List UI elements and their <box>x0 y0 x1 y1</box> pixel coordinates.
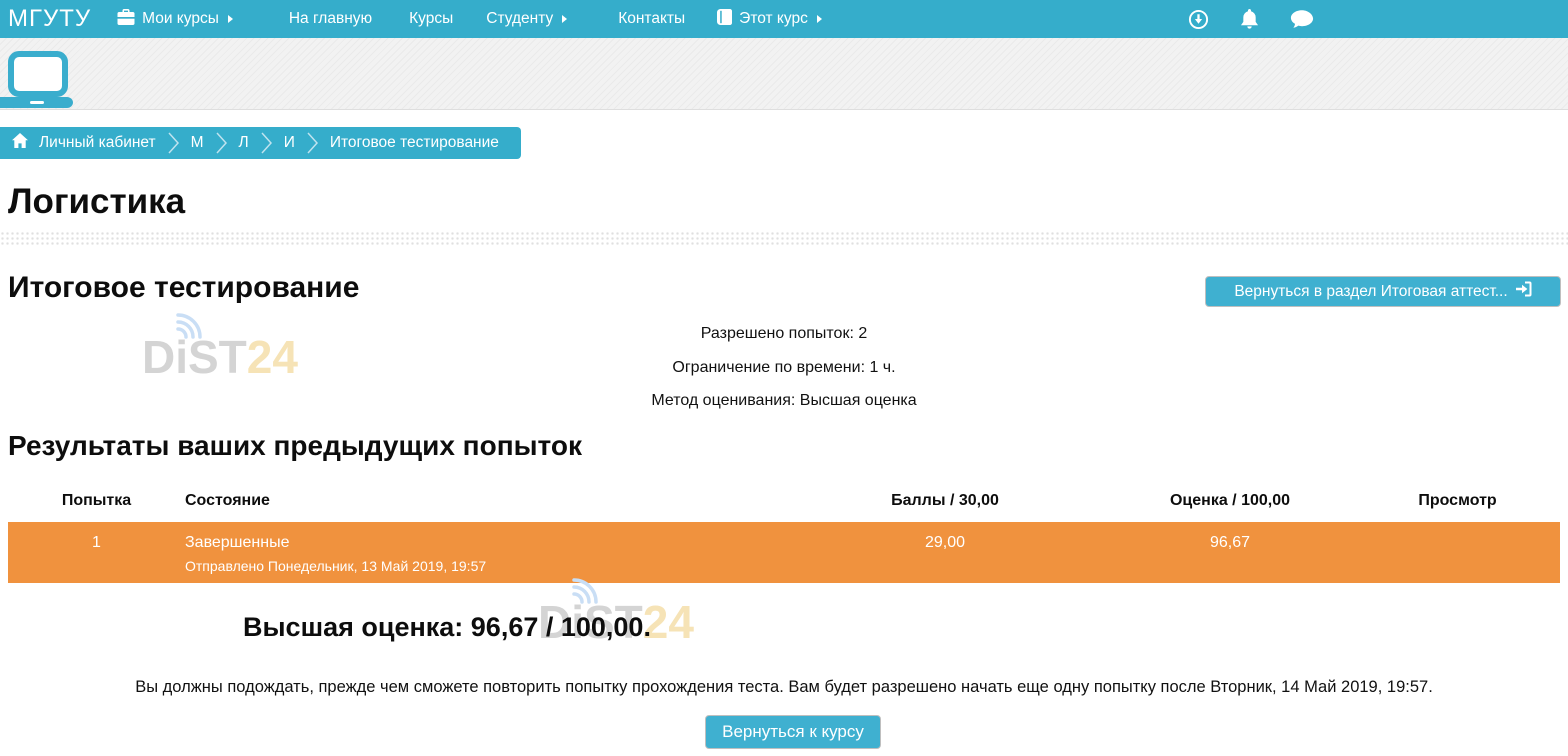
sign-in-icon <box>1516 281 1532 302</box>
bell-icon[interactable] <box>1240 9 1259 30</box>
compress-icon[interactable] <box>1188 9 1209 30</box>
nav-item-label: На главную <box>289 10 372 28</box>
header-band <box>0 38 1568 110</box>
watermark-suffix: 24 <box>247 331 298 383</box>
home-icon[interactable] <box>12 133 28 153</box>
results-table-header: Попытка Состояние Баллы / 30,00 Оценка /… <box>8 488 1560 510</box>
briefcase-icon <box>117 9 135 30</box>
back-to-section-label: Вернуться в раздел Итоговая аттест... <box>1234 283 1507 301</box>
quiz-title: Итоговое тестирование <box>8 271 359 305</box>
grading-method-text: Метод оценивания: Высшая оценка <box>0 384 1568 418</box>
nav-item-label: Студенту <box>486 10 553 28</box>
attempt-state: Завершенные Отправлено Понедельник, 13 М… <box>185 522 785 583</box>
chevron-right-icon <box>167 131 180 155</box>
nav-item-contacts[interactable]: Контакты <box>618 10 685 28</box>
wait-message: Вы должны подождать, прежде чем сможете … <box>0 678 1568 697</box>
results-heading: Результаты ваших предыдущих попыток <box>8 430 582 462</box>
breadcrumb-item-l[interactable]: Л <box>239 134 249 152</box>
attempt-grade: 96,67 <box>1105 522 1355 583</box>
column-header-state: Состояние <box>185 488 785 510</box>
breadcrumb-item-final-test[interactable]: Итоговое тестирование <box>330 134 499 152</box>
page-title: Логистика <box>8 182 185 222</box>
book-icon <box>717 9 732 30</box>
column-header-grade: Оценка / 100,00 <box>1105 488 1355 510</box>
nav-item-label: Курсы <box>409 10 453 28</box>
dotted-separator <box>0 231 1568 245</box>
nav-item-this-course[interactable]: Этот курс <box>717 9 822 30</box>
breadcrumb-item-m[interactable]: М <box>191 134 204 152</box>
caret-right-icon <box>228 15 233 23</box>
column-header-review: Просмотр <box>1355 488 1560 510</box>
chat-icon[interactable] <box>1290 9 1314 30</box>
wifi-arcs-icon <box>172 305 216 341</box>
back-to-course-button[interactable]: Вернуться к курсу <box>705 715 881 749</box>
top-navbar: МГУТУ Мои курсы На главную Курсы Студент… <box>0 0 1568 38</box>
chevron-right-icon <box>215 131 228 155</box>
navbar-right-icons <box>1188 0 1314 38</box>
brand-logo[interactable]: МГУТУ <box>8 5 91 33</box>
attempt-review <box>1355 522 1560 583</box>
breadcrumb-item-dashboard[interactable]: Личный кабинет <box>39 134 156 152</box>
back-to-section-button[interactable]: Вернуться в раздел Итоговая аттест... <box>1205 276 1561 307</box>
column-header-marks: Баллы / 30,00 <box>785 488 1105 510</box>
highest-grade-text: Высшая оценка: 96,67 / 100,00. <box>243 612 651 643</box>
attempt-marks: 29,00 <box>785 522 1105 583</box>
nav-item-student[interactable]: Студенту <box>486 10 567 28</box>
breadcrumb-item-i[interactable]: И <box>284 134 295 152</box>
caret-right-icon <box>817 15 822 23</box>
chevron-right-icon <box>306 131 319 155</box>
state-label: Завершенные <box>185 534 785 552</box>
attempt-number: 1 <box>8 522 185 583</box>
caret-right-icon <box>562 15 567 23</box>
dist24-watermark: DiST24 <box>142 330 298 384</box>
state-submitted-detail: Отправлено Понедельник, 13 Май 2019, 19:… <box>185 558 785 574</box>
breadcrumb: Личный кабинет М Л И Итоговое тестирован… <box>0 127 521 159</box>
nav-item-label: Контакты <box>618 10 685 28</box>
laptop-logo-icon[interactable] <box>0 50 78 113</box>
nav-item-label: Мои курсы <box>142 10 219 28</box>
nav-item-courses[interactable]: Курсы <box>409 10 453 28</box>
nav-item-my-courses[interactable]: Мои курсы <box>117 9 233 30</box>
column-header-attempt: Попытка <box>8 488 185 510</box>
nav-item-home[interactable]: На главную <box>289 10 372 28</box>
back-to-course-label: Вернуться к курсу <box>722 722 864 742</box>
nav-item-label: Этот курс <box>739 10 808 28</box>
wifi-arcs-icon <box>568 570 612 606</box>
table-row: 1 Завершенные Отправлено Понедельник, 13… <box>8 522 1560 583</box>
chevron-right-icon <box>260 131 273 155</box>
